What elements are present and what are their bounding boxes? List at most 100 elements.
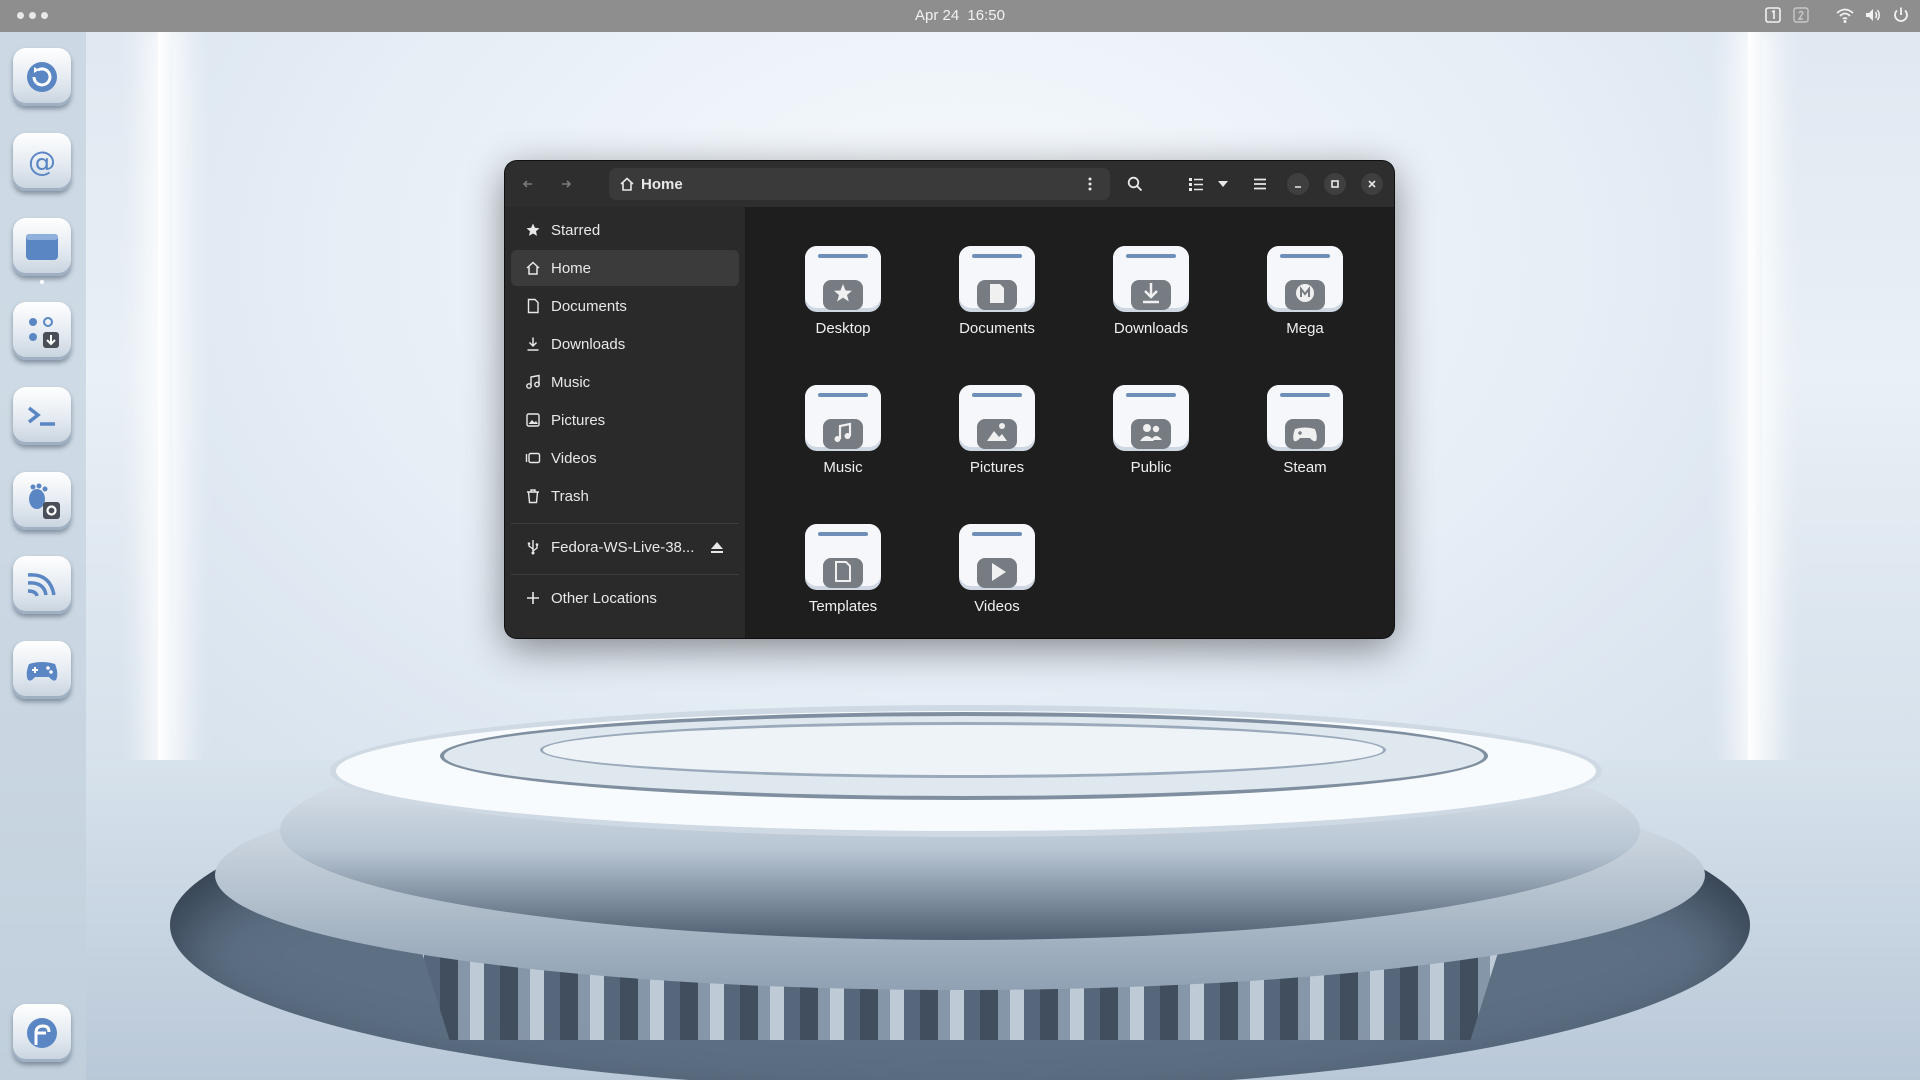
fedora-app-icon[interactable] [13, 1004, 71, 1062]
clock-time: 16:50 [967, 7, 1005, 24]
sidebar-separator [511, 523, 739, 524]
folder-videos[interactable]: Videos [925, 513, 1055, 638]
sidebar-item-label: Downloads [551, 335, 626, 353]
search-button[interactable] [1118, 169, 1152, 199]
folder-label: Public [1130, 459, 1172, 476]
update-app-icon[interactable] [13, 48, 71, 106]
folder-icon [959, 246, 1035, 312]
svg-text:@: @ [28, 145, 56, 178]
main-menu-button[interactable] [1243, 169, 1277, 199]
folder-icon [1267, 385, 1343, 451]
files-app-icon[interactable] [13, 218, 71, 284]
users-icon [1143, 424, 1151, 432]
view-options-button[interactable] [1211, 169, 1235, 199]
plus-icon [525, 590, 541, 606]
folder-icon [959, 385, 1035, 451]
search-icon [1127, 176, 1143, 192]
picture-icon [525, 412, 541, 428]
folder-icon [805, 246, 881, 312]
folder-steam[interactable]: Steam [1233, 374, 1363, 502]
maximize-icon [1331, 180, 1339, 188]
folder-templates[interactable]: Templates [771, 513, 901, 638]
sidebar-item-trash[interactable]: Trash [511, 478, 739, 514]
path-bar[interactable]: Home [609, 168, 1110, 200]
forward-button[interactable] [551, 169, 581, 199]
folder-label: Pictures [969, 459, 1025, 476]
video-icon [525, 450, 541, 466]
sidebar-item-documents[interactable]: Documents [511, 288, 739, 324]
top-bar: Apr 24 16:50 [0, 0, 1920, 32]
sidebar-item-music[interactable]: Music [511, 364, 739, 400]
games-app-icon[interactable] [13, 641, 71, 699]
folder-music[interactable]: Music [771, 374, 901, 502]
back-arrow-icon [522, 180, 532, 188]
workspace-2-icon[interactable] [1792, 6, 1810, 24]
document-icon [525, 298, 541, 314]
folder-icon [1267, 246, 1343, 312]
power-icon[interactable] [1892, 6, 1910, 24]
download-icon [525, 336, 541, 352]
breadcrumb-home[interactable]: Home [619, 168, 683, 200]
folder-desktop[interactable]: Desktop [771, 235, 901, 363]
back-button[interactable] [513, 169, 543, 199]
home-icon [620, 177, 634, 191]
sidebar-item-label: Videos [551, 449, 597, 467]
folder-icon [805, 524, 881, 590]
sidebar-item-downloads[interactable]: Downloads [511, 326, 739, 362]
sidebar-item-label: Pictures [551, 411, 606, 429]
minimize-icon [1295, 186, 1301, 188]
folder-label: Steam [1283, 459, 1327, 476]
rss-app-icon[interactable] [13, 556, 71, 614]
sidebar-separator [511, 574, 739, 575]
folder-label: Mega [1286, 320, 1324, 337]
sidebar-item-home[interactable]: Home [511, 250, 739, 286]
settings-app-icon[interactable] [13, 472, 71, 530]
folder-icon [1113, 246, 1189, 312]
star-icon [525, 222, 541, 238]
clock[interactable]: Apr 24 16:50 [0, 7, 1920, 24]
sidebar-item-label: Music [551, 373, 591, 391]
list-view-icon [1189, 178, 1203, 191]
view-mode-button[interactable] [1181, 169, 1211, 199]
folder-label: Videos [974, 598, 1020, 615]
chevron-down-icon [1218, 181, 1228, 187]
sidebar-item-starred[interactable]: Starred [511, 212, 739, 248]
mail-app-icon[interactable]: @ [13, 133, 71, 191]
sidebar-item-label: Trash [551, 487, 589, 505]
folder-downloads[interactable]: Downloads [1079, 235, 1209, 363]
sidebar-item-pictures[interactable]: Pictures [511, 402, 739, 438]
header-bar: Home [505, 161, 1394, 207]
folder-pictures[interactable]: Pictures [925, 374, 1055, 502]
software-app-icon[interactable] [13, 302, 71, 360]
system-tray[interactable] [1764, 6, 1910, 24]
folder-documents[interactable]: Documents [925, 235, 1055, 363]
folder-icon [959, 524, 1035, 590]
folder-label: Desktop [815, 320, 871, 337]
clock-date: Apr 24 [915, 7, 960, 24]
workspace-1-icon[interactable] [1764, 6, 1782, 24]
folder-mega[interactable]: Mega [1233, 235, 1363, 363]
sidebar: Starred Home Documents Downloads Music P… [505, 207, 746, 638]
kebab-menu-icon [1088, 177, 1092, 191]
sidebar-item-label: Fedora-WS-Live-38... [551, 538, 695, 556]
terminal-app-icon[interactable] [13, 387, 71, 445]
minimize-button[interactable] [1287, 173, 1309, 195]
eject-icon[interactable] [709, 539, 725, 555]
maximize-button[interactable] [1324, 173, 1346, 195]
hamburger-menu-icon [1254, 178, 1266, 190]
sidebar-item-usb-device[interactable]: Fedora-WS-Live-38... [511, 529, 739, 565]
folder-public[interactable]: Public [1079, 374, 1209, 502]
folder-label: Documents [959, 320, 1035, 337]
sidebar-item-videos[interactable]: Videos [511, 440, 739, 476]
path-menu-button[interactable] [1076, 169, 1104, 199]
home-icon [525, 260, 541, 276]
wifi-icon[interactable] [1836, 6, 1854, 24]
close-button[interactable] [1361, 173, 1383, 195]
sidebar-item-label: Other Locations [551, 589, 657, 607]
volume-icon[interactable] [1864, 6, 1882, 24]
forward-arrow-icon [562, 180, 572, 188]
folder-icon [1113, 385, 1189, 451]
folder-label: Downloads [1113, 320, 1189, 337]
sidebar-item-other-locations[interactable]: Other Locations [511, 580, 739, 616]
breadcrumb-label: Home [641, 175, 683, 193]
